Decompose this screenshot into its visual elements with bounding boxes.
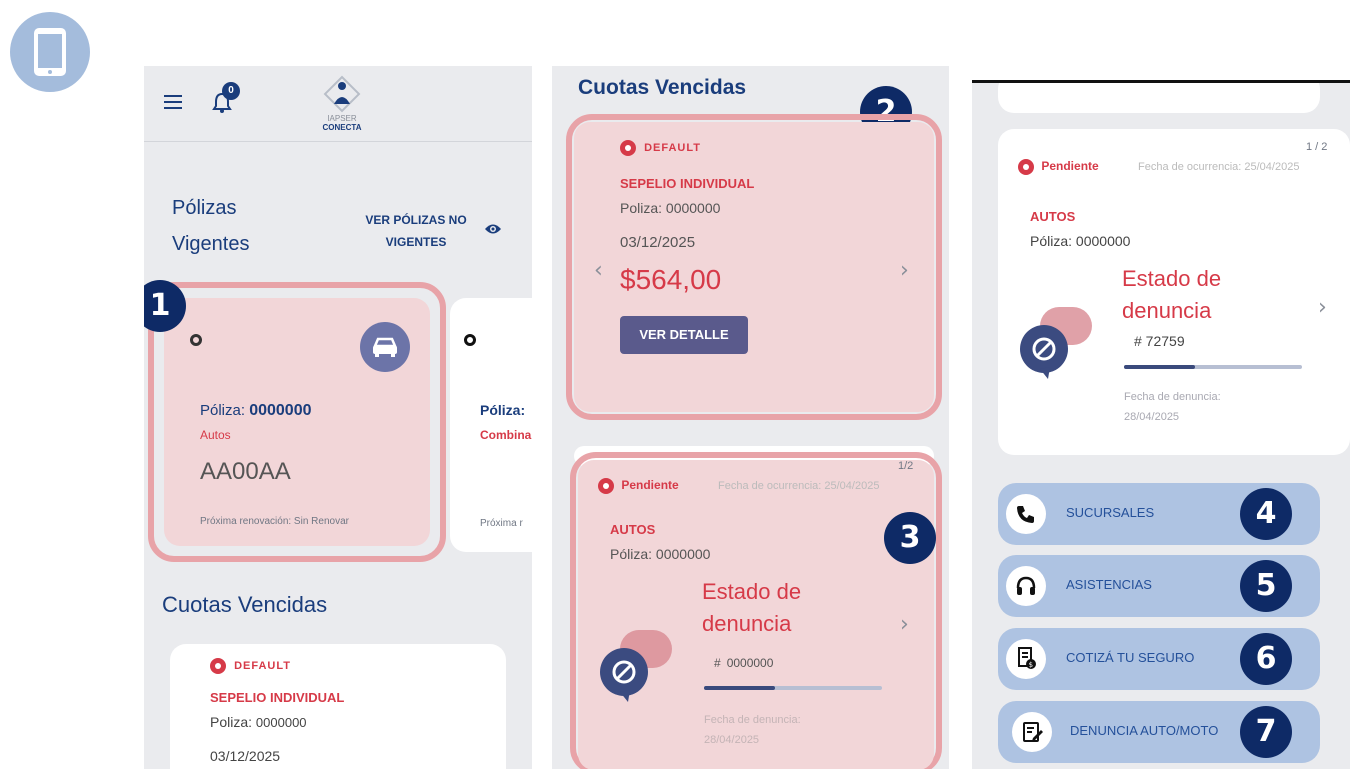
claim-occurrence-date: Fecha de ocurrencia: 25/04/2025 (1138, 161, 1300, 173)
cuota-status: DEFAULT (210, 658, 291, 674)
cuotas-vencidas-title: Cuotas Vencidas (162, 592, 328, 617)
cuota-date: 03/12/2025 (620, 234, 696, 251)
claim-pager: 1/2 (898, 460, 914, 472)
policy-card-2[interactable]: Póliza: Combina Próxima r (450, 298, 532, 552)
annotation-badge-4: 4 (1240, 488, 1292, 540)
status-dot-icon (598, 478, 614, 494)
policy-renewal: Próxima renovación: Sin Renovar (200, 516, 349, 527)
top-bar: 0 IAPSER CONECTA (144, 66, 532, 142)
asistencias-button[interactable]: ASISTENCIAS 5 (998, 555, 1320, 617)
cuota-card[interactable]: DEFAULT SEPELIO INDIVIDUAL Poliza: 00000… (574, 122, 934, 412)
claim-state-title: Estado de denuncia (702, 579, 802, 636)
cuota-poliza: Poliza: 0000000 (210, 714, 307, 730)
chevron-right-icon[interactable]: › (1318, 295, 1327, 320)
status-dot-icon (210, 658, 226, 674)
claim-type: AUTOS (1030, 209, 1076, 224)
claim-progress-fill (704, 686, 776, 690)
logo-text-conecta: CONECTA (322, 123, 362, 132)
cuota-amount: $564,00 (620, 264, 722, 295)
cuota-product: SEPELIO INDIVIDUAL (620, 176, 755, 191)
cuota-status: DEFAULT (620, 140, 701, 156)
claim-card[interactable]: 1 / 2 Pendiente Fecha de ocurrencia: 25/… (998, 129, 1350, 455)
cotiza-tu-seguro-button[interactable]: $ COTIZÁ TU SEGURO 6 (998, 628, 1320, 690)
claim-progress-fill (1124, 365, 1196, 369)
denuncia-auto-moto-button[interactable]: DENUNCIA AUTO/MOTO 7 (998, 701, 1320, 763)
claim-status: Pendiente (1018, 159, 1099, 175)
eye-icon[interactable] (484, 222, 502, 241)
status-dot-icon (464, 334, 476, 346)
svg-text:$: $ (1029, 661, 1033, 669)
claim-progress-bar (1124, 365, 1302, 369)
headset-icon (1006, 566, 1046, 606)
claim-pager: 1 / 2 (1306, 141, 1328, 153)
notification-count-badge: 0 (222, 82, 240, 100)
claim-status: Pendiente (598, 478, 679, 494)
annotation-badge-5: 5 (1240, 560, 1292, 612)
claim-type: AUTOS (610, 522, 656, 537)
edit-document-icon (1012, 712, 1052, 752)
logo-text-iapser: IAPSER (327, 114, 357, 123)
phone-icon (1006, 494, 1046, 534)
cuotas-vencidas-title: Cuotas Vencidas (578, 76, 747, 99)
quote-document-icon: $ (1006, 639, 1046, 679)
sucursales-label: SUCURSALES (1066, 505, 1155, 520)
previous-card (998, 83, 1320, 113)
claim-occurrence-date: Fecha de ocurrencia: 25/04/2025 (718, 480, 880, 492)
annotation-badge-6: 6 (1240, 633, 1292, 685)
sucursales-button[interactable]: SUCURSALES 4 (998, 483, 1320, 545)
claim-poliza: Póliza: 0000000 (1030, 233, 1131, 249)
chevron-right-icon[interactable]: › (900, 612, 909, 637)
annotation-badge-7: 7 (1240, 706, 1292, 758)
notifications-bell-icon[interactable]: 0 (212, 82, 240, 114)
car-icon (360, 322, 410, 372)
policy-type: Autos (200, 428, 231, 442)
claim-progress-bar (704, 686, 882, 690)
cuota-card[interactable]: DEFAULT SEPELIO INDIVIDUAL Poliza: 00000… (170, 644, 506, 769)
policy-renewal: Próxima r (480, 518, 523, 529)
policy-number: Póliza: (480, 402, 526, 418)
claim-denuncia-date: Fecha de denuncia: 28/04/2025 (704, 714, 801, 746)
ver-polizas-no-vigentes-link[interactable]: VER PÓLIZAS NO VIGENTES (356, 209, 476, 253)
asistencias-label: ASISTENCIAS (1066, 577, 1152, 592)
menu-icon[interactable] (164, 95, 182, 109)
status-dot-icon (190, 334, 202, 346)
screen-polizas: 0 IAPSER CONECTA Pólizas Vigentes VER PÓ… (144, 66, 532, 769)
policy-type: Combina (480, 428, 532, 442)
annotation-badge-3: 3 (884, 512, 936, 564)
cuota-product: SEPELIO INDIVIDUAL (210, 690, 345, 705)
claim-poliza: Póliza: 0000000 (610, 546, 711, 562)
policy-plate: AA00AA (200, 458, 291, 485)
page-title: Pólizas Vigentes (172, 197, 250, 255)
chat-bubbles-icon (598, 630, 682, 707)
cotiza-label: COTIZÁ TU SEGURO (1066, 650, 1195, 665)
denuncia-label: DENUNCIA AUTO/MOTO (1070, 723, 1219, 738)
policy-number: Póliza: 0000000 (200, 402, 312, 419)
claim-state-title: Estado de denuncia (1122, 266, 1222, 323)
chevron-left-icon[interactable]: ‹ (594, 258, 603, 283)
chevron-right-icon[interactable]: › (900, 258, 909, 283)
cuota-date: 03/12/2025 (210, 748, 281, 764)
claim-number: #0000000 (714, 656, 774, 670)
status-dot-icon (620, 140, 636, 156)
claim-card[interactable]: 1/2 Pendiente Fecha de ocurrencia: 25/04… (578, 460, 934, 769)
cuota-poliza: Poliza: 0000000 (620, 200, 721, 216)
mobile-device-icon (10, 12, 90, 92)
screen-denuncias: 1 / 2 Pendiente Fecha de ocurrencia: 25/… (972, 80, 1350, 769)
status-dot-icon (1018, 159, 1034, 175)
screen-cuotas: Cuotas Vencidas 2 DEFAULT SEPELIO INDIVI… (552, 66, 949, 769)
claim-denuncia-date: Fecha de denuncia: 28/04/2025 (1124, 391, 1221, 423)
iapser-logo: IAPSER CONECTA (312, 74, 372, 138)
claim-number: # 72759 (1134, 333, 1185, 349)
ver-detalle-button[interactable]: VER DETALLE (620, 316, 748, 354)
policy-card[interactable]: Póliza: 0000000 Autos AA00AA Próxima ren… (164, 298, 430, 546)
chat-bubbles-icon (1018, 307, 1102, 384)
